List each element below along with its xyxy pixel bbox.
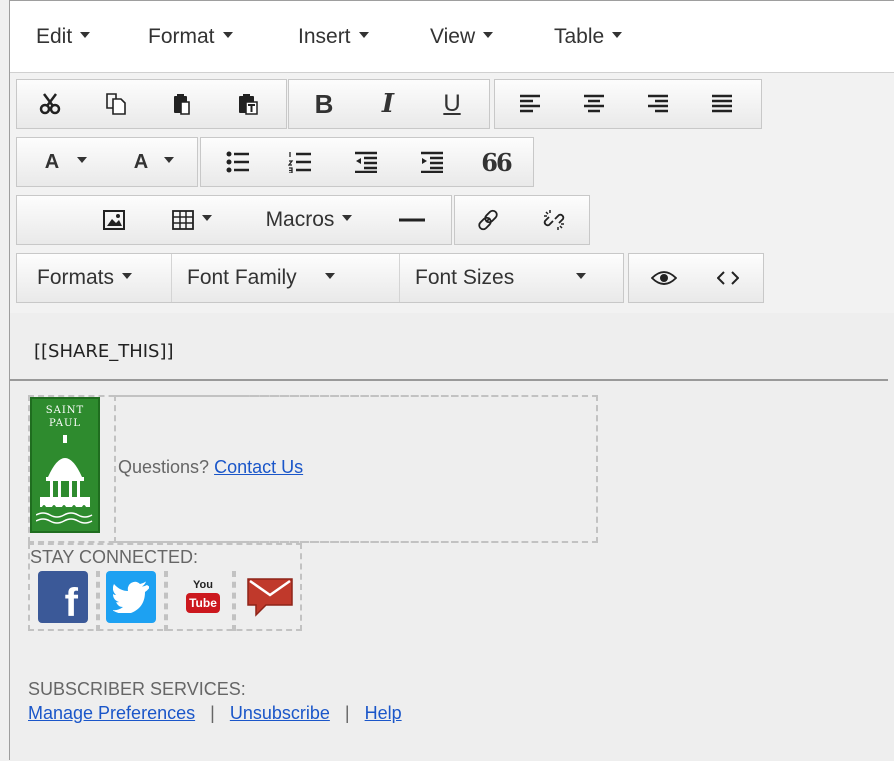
table-grid-icon	[172, 210, 194, 230]
rich-text-editor: Edit Format Insert View Table B I U A A …	[9, 0, 894, 761]
align-left-icon	[520, 94, 540, 113]
link-group	[454, 195, 590, 245]
align-center-icon	[584, 94, 604, 113]
youtube-icon[interactable]: You Tube	[180, 571, 228, 623]
bold-button[interactable]: B	[299, 80, 349, 128]
questions-line: Questions? Contact Us	[118, 457, 304, 477]
divider	[171, 254, 172, 302]
paste-icon	[174, 94, 190, 115]
insert-link-button[interactable]	[463, 196, 513, 244]
chevron-down-icon	[202, 215, 212, 221]
manage-preferences-link[interactable]: Manage Preferences	[28, 703, 195, 723]
contact-us-link[interactable]: Contact Us	[214, 457, 303, 477]
horizontal-line-button[interactable]	[387, 196, 437, 244]
justify-icon	[712, 94, 732, 113]
preview-button[interactable]	[639, 254, 689, 302]
menu-bar: Edit Format Insert View Table	[10, 1, 894, 73]
cell-divider	[164, 571, 168, 631]
clipboard-group	[16, 79, 287, 129]
chevron-down-icon	[483, 32, 494, 39]
share-this-placeholder: [[SHARE_THIS]]	[34, 341, 174, 362]
alignment-group	[494, 79, 762, 129]
list-indent-group: 66	[200, 137, 534, 187]
bullet-list-icon	[226, 151, 249, 173]
indent-button[interactable]	[407, 138, 457, 186]
view-group	[628, 253, 764, 303]
link-icon	[478, 209, 498, 231]
unlink-button[interactable]	[529, 196, 579, 244]
chevron-down-icon	[164, 157, 175, 163]
chevron-down-icon	[342, 215, 353, 221]
outdent-button[interactable]	[341, 138, 391, 186]
background-color-button[interactable]: A	[119, 138, 189, 186]
menu-format[interactable]: Format	[148, 25, 233, 49]
font-family-dropdown[interactable]: Font Family	[181, 254, 409, 302]
chevron-down-icon	[77, 157, 88, 163]
menu-table[interactable]: Table	[554, 25, 623, 49]
code-icon	[717, 271, 739, 285]
align-right-button[interactable]	[633, 80, 683, 128]
horizontal-line-icon	[399, 218, 425, 222]
subscriber-services-label: SUBSCRIBER SERVICES:	[28, 679, 246, 699]
cell-divider	[96, 571, 100, 631]
outdent-icon	[355, 151, 377, 173]
cut-icon	[39, 93, 61, 115]
source-code-button[interactable]	[703, 254, 753, 302]
chevron-down-icon	[612, 32, 623, 39]
unsubscribe-link[interactable]: Unsubscribe	[230, 703, 330, 723]
insert-image-button[interactable]	[89, 196, 139, 244]
underline-button[interactable]: U	[427, 80, 477, 128]
macros-dropdown[interactable]: Macros	[249, 196, 369, 244]
align-left-button[interactable]	[505, 80, 555, 128]
chevron-down-icon	[576, 273, 587, 279]
copy-button[interactable]	[91, 80, 141, 128]
chevron-down-icon	[222, 32, 233, 39]
editor-content[interactable]: [[SHARE_THIS]] SAINT PAUL Questions? Con…	[10, 313, 894, 761]
image-icon	[103, 210, 125, 230]
toolbar-area: B I U A A 66 Macros Formats Font Family …	[10, 73, 894, 313]
paste-as-text-icon	[239, 94, 258, 115]
copy-icon	[106, 93, 126, 115]
menu-insert[interactable]: Insert	[298, 25, 369, 49]
menu-view[interactable]: View	[430, 25, 494, 49]
chevron-down-icon	[122, 273, 133, 279]
insert-table-button[interactable]	[157, 196, 227, 244]
chevron-down-icon	[324, 273, 335, 279]
align-right-icon	[648, 94, 668, 113]
numbered-list-icon	[288, 152, 311, 173]
chevron-down-icon	[358, 32, 369, 39]
eye-icon	[651, 271, 677, 285]
numbered-list-button[interactable]	[275, 138, 325, 186]
paste-as-text-button[interactable]	[223, 80, 273, 128]
insert-group: Macros	[16, 195, 452, 245]
format-dropdowns-group: Formats Font Family Font Sizes	[16, 253, 624, 303]
help-link[interactable]: Help	[365, 703, 402, 723]
divider	[399, 254, 400, 302]
stay-connected-label: STAY CONNECTED:	[30, 547, 199, 567]
cell-divider	[232, 571, 236, 631]
cut-button[interactable]	[25, 80, 75, 128]
align-center-button[interactable]	[569, 80, 619, 128]
horizontal-rule	[10, 379, 888, 381]
saint-paul-logo: SAINT PAUL	[30, 397, 100, 533]
text-style-group: B I U	[288, 79, 490, 129]
menu-edit[interactable]: Edit	[36, 25, 91, 49]
italic-button[interactable]: I	[363, 80, 413, 128]
color-group: A A	[16, 137, 198, 187]
indent-icon	[421, 151, 443, 173]
blockquote-button[interactable]: 66	[471, 138, 521, 186]
justify-button[interactable]	[697, 80, 747, 128]
text-color-button[interactable]: A	[31, 138, 101, 186]
unlink-icon	[543, 210, 565, 230]
twitter-icon[interactable]	[106, 571, 156, 623]
paste-button[interactable]	[157, 80, 207, 128]
facebook-icon[interactable]: f	[38, 571, 88, 623]
font-sizes-dropdown[interactable]: Font Sizes	[409, 254, 625, 302]
bullet-list-button[interactable]	[213, 138, 263, 186]
email-icon[interactable]	[244, 571, 296, 623]
chevron-down-icon	[80, 32, 91, 39]
capitol-dome-icon	[36, 435, 93, 524]
formats-dropdown[interactable]: Formats	[29, 254, 177, 302]
subscriber-links: Manage Preferences | Unsubscribe | Help	[28, 703, 402, 723]
